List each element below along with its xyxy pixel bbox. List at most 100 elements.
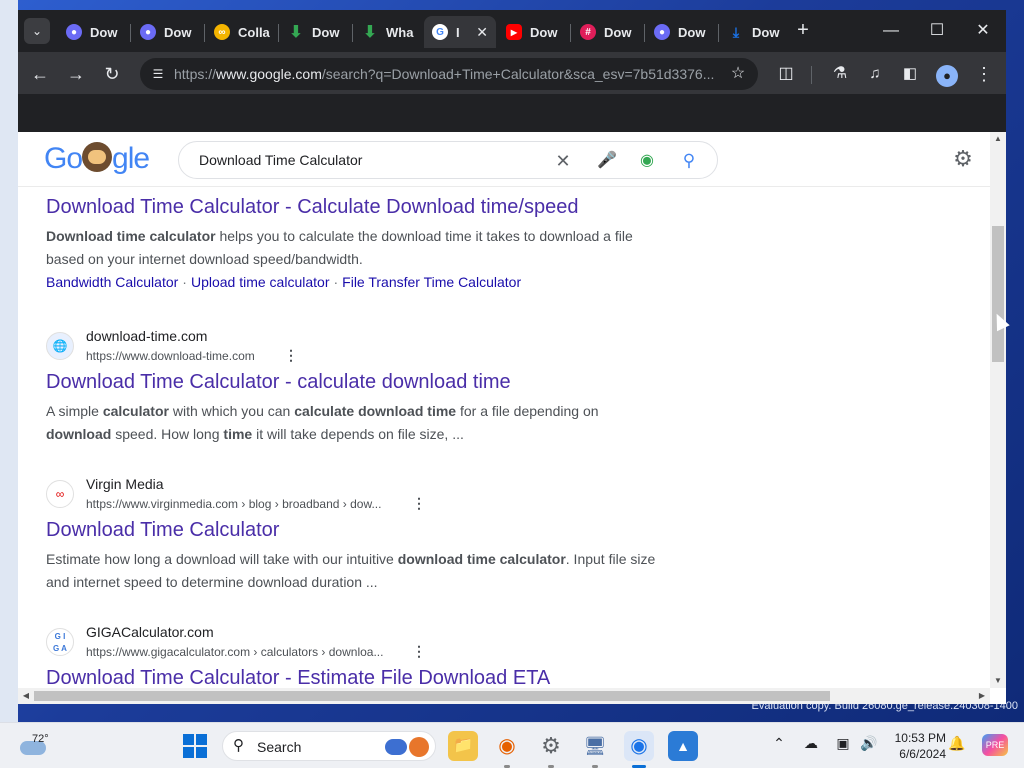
tab-2[interactable]: ● Dow [132, 16, 200, 48]
result-site-name: GIGACalculator.com [86, 624, 214, 640]
tab-5[interactable]: ⬇ Wha [354, 16, 422, 48]
close-window-button[interactable]: ✕ [960, 16, 1006, 46]
result-title-link[interactable]: Download Time Calculator - calculate dow… [46, 368, 666, 396]
virgin-media-logo-icon: ∞ [46, 480, 74, 508]
extensions-icon[interactable]: ◫ [772, 60, 800, 88]
tab-label: Colla [238, 24, 270, 40]
onedrive-cloud-icon[interactable]: ☁ [800, 735, 822, 752]
tab-label: Dow [530, 24, 558, 40]
result-snippet: Download time calculator helps you to ca… [46, 228, 633, 267]
tab-label: Dow [678, 24, 706, 40]
maximize-button[interactable]: ☐ [914, 16, 960, 46]
voice-search-mic-icon[interactable]: 🎤 [595, 149, 619, 173]
chatgpt-icon: ● [140, 24, 156, 40]
search-box[interactable]: ✕ 🎤 ◉ ⚲ [178, 141, 718, 179]
result-snippet: Estimate how long a download will take w… [46, 551, 656, 590]
file-explorer-icon[interactable]: 📁 [448, 731, 478, 761]
taskbar-search-label: Search [257, 739, 302, 755]
profile-avatar-icon[interactable]: ● [933, 60, 961, 88]
settings-gear-icon[interactable]: ⚙ [950, 146, 976, 172]
display-icon[interactable]: ▣ [832, 735, 854, 752]
back-button[interactable]: ← [26, 60, 54, 88]
result-source[interactable]: ∞ Virgin Media https://www.virginmedia.c… [46, 476, 666, 516]
tab-7[interactable]: ▶ Dow [498, 16, 566, 48]
chrome-icon[interactable]: ◉ [624, 731, 654, 761]
weather-temperature: 72° [32, 733, 49, 745]
chrome-menu-icon[interactable]: ⋮ [970, 60, 998, 88]
youtube-icon: ▶ [506, 24, 522, 40]
system-clock[interactable]: 10:53 PM 6/6/2024 [884, 730, 946, 762]
download-icon: ⤓ [732, 23, 740, 40]
clock-time: 10:53 PM [894, 731, 946, 745]
scroll-right-arrow-icon[interactable]: ▶ [974, 689, 990, 703]
notification-bell-icon[interactable]: 🔔 [946, 735, 968, 752]
scroll-left-arrow-icon[interactable]: ◀ [18, 689, 34, 703]
search-result: Download Time Calculator - Calculate Dow… [46, 193, 666, 290]
tab-8[interactable]: # Dow [572, 16, 640, 48]
taskbar-search[interactable]: ⚲ Search [222, 731, 436, 761]
show-hidden-icons-chevron-icon[interactable]: ⌃ [768, 735, 790, 752]
search-highlight-icon [385, 737, 431, 757]
google-lens-icon[interactable]: ◉ [635, 149, 659, 173]
address-bar[interactable]: ☰ https://www.google.com/search?q=Downlo… [140, 58, 758, 90]
horizontal-scroll-thumb[interactable] [34, 691, 830, 701]
new-tab-button[interactable]: + [791, 18, 815, 42]
settings-app-icon[interactable]: ⚙ [536, 731, 566, 761]
more-options-icon[interactable]: ⋮ [412, 643, 426, 660]
media-control-icon[interactable]: ♫ [861, 60, 889, 88]
scroll-down-arrow-icon[interactable]: ▼ [990, 674, 1006, 688]
google-doodle-logo[interactable]: Go gle [44, 142, 150, 176]
more-options-icon[interactable]: ⋮ [284, 347, 298, 364]
tab-google-active[interactable]: G I ✕ [424, 16, 496, 48]
clear-search-icon[interactable]: ✕ [551, 149, 575, 173]
sitelink[interactable]: Upload time calculator [191, 274, 330, 290]
result-site-url: https://www.gigacalculator.com › calcula… [86, 645, 384, 659]
network-speaker-icon[interactable]: 🔊 [858, 735, 880, 752]
photos-icon[interactable]: ▲ [668, 731, 698, 761]
result-source[interactable]: G IG A GIGACalculator.com https://www.gi… [46, 624, 666, 664]
forward-button[interactable]: → [62, 60, 90, 88]
site-info-icon[interactable]: ☰ [148, 64, 168, 84]
minimize-button[interactable]: — [868, 16, 914, 46]
tab-label: Dow [752, 24, 780, 40]
labs-flask-icon[interactable]: ⚗ [826, 60, 854, 88]
bookmark-star-icon[interactable]: ☆ [726, 62, 750, 86]
result-title-link[interactable]: Download Time Calculator - Calculate Dow… [46, 193, 666, 221]
result-site-url: https://www.download-time.com [86, 349, 255, 363]
tab-label: Wha [386, 24, 414, 40]
tab-9[interactable]: ● Dow [646, 16, 714, 48]
firefox-icon[interactable]: ◉ [492, 731, 522, 761]
reload-button[interactable]: ↻ [98, 60, 126, 88]
weather-widget[interactable]: 72° [20, 729, 60, 763]
search-result: ∞ Virgin Media https://www.virginmedia.c… [46, 476, 666, 594]
sitelink[interactable]: File Transfer Time Calculator [342, 274, 521, 290]
bookmark-bar [18, 94, 1006, 132]
close-tab-icon[interactable]: ✕ [476, 24, 488, 41]
tab-10[interactable]: ⤓ Dow [720, 16, 788, 48]
result-title-link[interactable]: Download Time Calculator - Estimate File… [46, 664, 666, 688]
browser-toolbar: ← → ↻ ☰ https://www.google.com/search?q=… [18, 52, 1006, 94]
remote-desktop-icon[interactable]: 🖥 [580, 731, 610, 761]
side-panel-icon[interactable]: ◧ [896, 60, 924, 88]
tab-label: Dow [312, 24, 340, 40]
vertical-scroll-thumb[interactable] [992, 226, 1004, 362]
more-options-icon[interactable]: ⋮ [412, 495, 426, 512]
clock-date: 6/6/2024 [899, 747, 946, 761]
tab-search-button[interactable]: ⌄ [24, 18, 50, 44]
copilot-icon[interactable]: PRE [982, 734, 1008, 756]
taskbar: 72° ⚲ Search 📁 ◉ ⚙ 🖥 ◉ ▲ ⌃ ☁ ▣ 🔊 10:53 P… [0, 722, 1024, 768]
result-title-link[interactable]: Download Time Calculator [46, 516, 666, 544]
url-text[interactable]: https://www.google.com/search?q=Download… [174, 58, 714, 90]
horizontal-scrollbar[interactable]: ◀ ▶ [18, 688, 990, 704]
tab-1[interactable]: ● Dow [58, 16, 126, 48]
result-source[interactable]: 🌐 download-time.com https://www.download… [46, 328, 666, 368]
tab-3[interactable]: ∞ Colla [206, 16, 274, 48]
scroll-up-arrow-icon[interactable]: ▲ [990, 132, 1006, 146]
tab-4[interactable]: ⬇ Dow [280, 16, 348, 48]
vertical-scrollbar[interactable]: ▲ ▼ [990, 132, 1006, 688]
search-results-page: Gogle ✕ 🎤 ◉ ⚲ ⚙ Download Time Calculator… [18, 132, 990, 688]
sitelink[interactable]: Bandwidth Calculator [46, 274, 178, 290]
start-button[interactable] [180, 731, 210, 761]
search-input[interactable] [199, 142, 539, 178]
search-submit-icon[interactable]: ⚲ [677, 149, 701, 173]
